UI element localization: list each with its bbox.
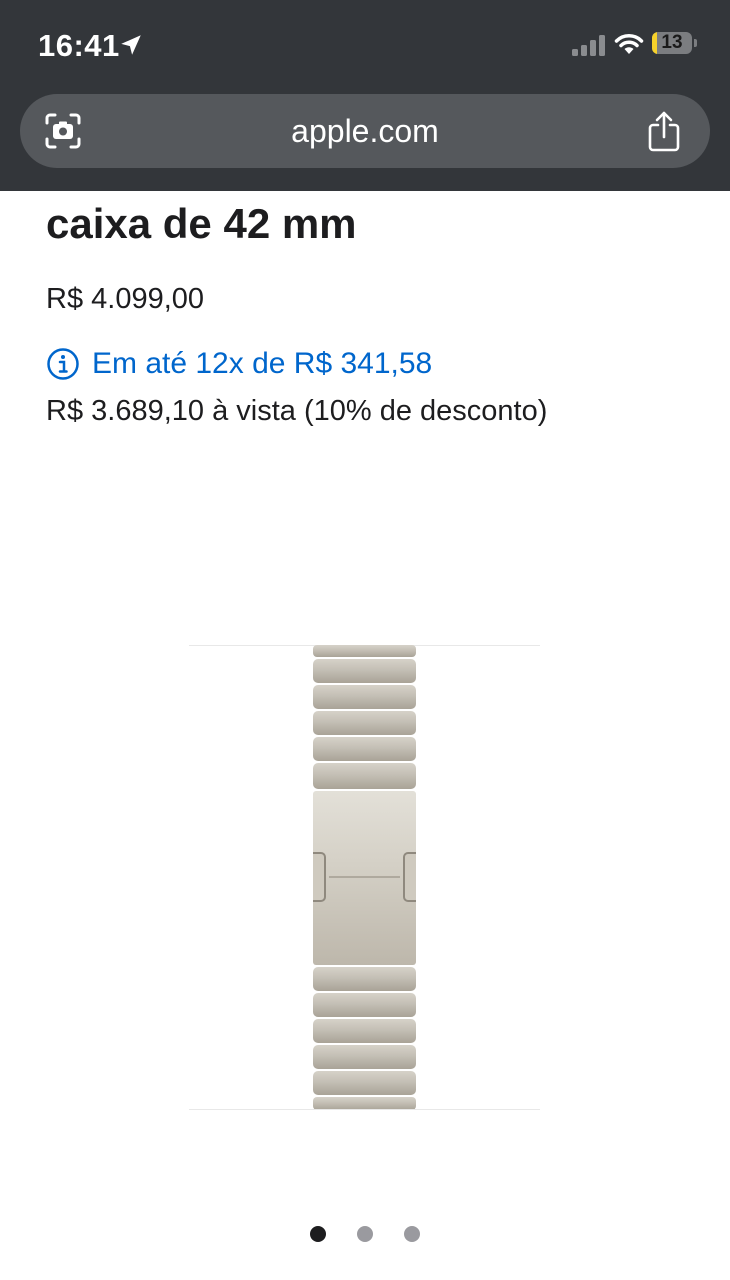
cellular-signal-icon bbox=[572, 35, 605, 56]
product-gallery[interactable] bbox=[189, 645, 540, 1110]
battery-icon: 13 bbox=[652, 32, 698, 56]
installments-link[interactable]: Em até 12x de R$ 341,58 bbox=[46, 344, 432, 384]
pagination-dot-2[interactable] bbox=[357, 1226, 373, 1242]
gallery-divider bbox=[189, 1109, 540, 1110]
pagination-dot-1[interactable] bbox=[310, 1226, 326, 1242]
wifi-icon bbox=[614, 34, 644, 54]
cash-price: R$ 3.689,10 à vista (10% de desconto) bbox=[46, 395, 548, 427]
product-price: R$ 4.099,00 bbox=[46, 283, 205, 315]
info-icon bbox=[47, 348, 79, 380]
installments-text[interactable]: Em até 12x de R$ 341,58 bbox=[92, 347, 432, 381]
url-text[interactable]: apple.com bbox=[20, 94, 710, 168]
pagination-dot-3[interactable] bbox=[404, 1226, 420, 1242]
titanium-link-bracelet-image bbox=[313, 645, 416, 1110]
share-icon[interactable] bbox=[646, 110, 682, 152]
address-bar[interactable]: apple.com bbox=[20, 94, 710, 168]
product-title: caixa de 42 mm bbox=[46, 200, 357, 247]
gallery-pagination bbox=[0, 1226, 730, 1242]
status-time: 16:41 bbox=[38, 28, 120, 63]
browser-chrome: 16:41 13 apple.com bbox=[0, 0, 730, 191]
status-bar: 16:41 13 bbox=[0, 0, 730, 92]
location-arrow-icon bbox=[121, 35, 141, 55]
battery-level: 13 bbox=[661, 32, 683, 53]
